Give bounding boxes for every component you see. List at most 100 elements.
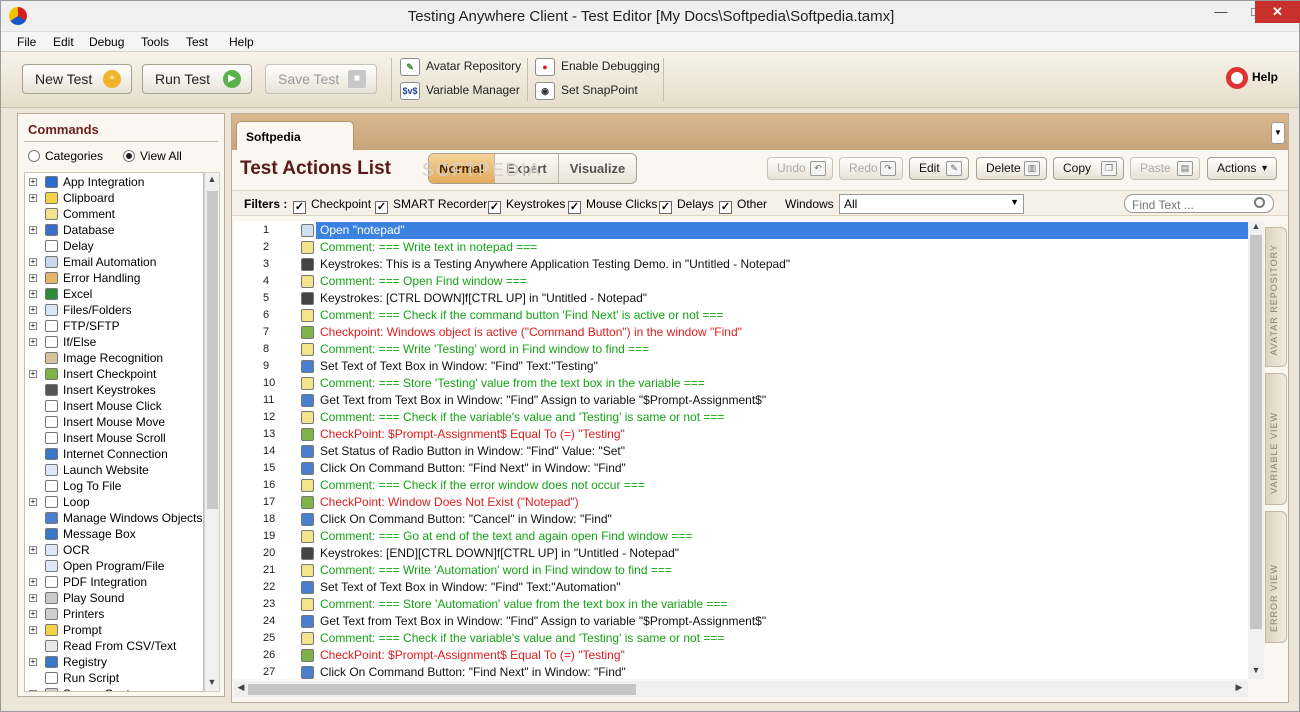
table-row[interactable]: 17 CheckPoint: Window Does Not Exist ("No… xyxy=(234,494,1248,511)
edit-button[interactable]: Edit ✎ xyxy=(909,157,969,180)
set-snappoint-button[interactable]: ◉ Set SnapPoint xyxy=(535,82,638,100)
expand-icon[interactable]: + xyxy=(29,370,37,378)
table-row[interactable]: 13 CheckPoint: $Prompt-Assignment$ Equal … xyxy=(234,426,1248,443)
side-tab-variable-view[interactable]: VARIABLE VIEW xyxy=(1265,373,1287,505)
test-actions-grid[interactable]: 1 Open "notepad" 2 Comment: === Write text … xyxy=(234,221,1248,679)
minimize-button[interactable]: — xyxy=(1204,1,1238,23)
table-row[interactable]: 26 CheckPoint: $Prompt-Assignment$ Equal … xyxy=(234,647,1248,664)
table-row[interactable]: 3 Keystrokes: This is a Testing Anywhere … xyxy=(234,256,1248,273)
expand-icon[interactable]: + xyxy=(29,338,37,346)
expand-icon[interactable]: + xyxy=(29,322,37,330)
expand-icon[interactable]: + xyxy=(29,578,37,586)
close-button[interactable]: ✕ xyxy=(1255,1,1300,23)
avatar-repository-button[interactable]: ✎ Avatar Repository xyxy=(400,58,521,76)
table-row[interactable]: 20 Keystrokes: [END][CTRL DOWN]f[CTRL UP]… xyxy=(234,545,1248,562)
table-row[interactable]: 12 Comment: === Check if the variable's v… xyxy=(234,409,1248,426)
tab-dropdown-icon[interactable]: ▼ xyxy=(1271,122,1285,144)
radio-categories[interactable]: Categories xyxy=(28,149,103,163)
menu-test[interactable]: Test xyxy=(186,35,208,49)
undo-button[interactable]: Undo ↶ xyxy=(767,157,833,180)
radio-view-all[interactable]: View All xyxy=(123,149,182,163)
table-row[interactable]: 27 Click On Command Button: "Find Next" i… xyxy=(234,664,1248,679)
table-row[interactable]: 25 Comment: === Check if the variable's v… xyxy=(234,630,1248,647)
commands-tree[interactable]: + App Integration + Clipboard Comment + Databa… xyxy=(24,172,204,692)
scroll-right-icon[interactable]: ▶ xyxy=(1232,682,1246,693)
menu-tools[interactable]: Tools xyxy=(141,35,169,49)
copy-button[interactable]: Copy ❐ xyxy=(1053,157,1124,180)
table-row[interactable]: 11 Get Text from Text Box in Window: "Fin… xyxy=(234,392,1248,409)
actions-dropdown[interactable]: Actions ▼ xyxy=(1207,157,1277,180)
scroll-down-icon[interactable]: ▼ xyxy=(205,677,219,687)
table-row[interactable]: 9 Set Text of Text Box in Window: "Find" … xyxy=(234,358,1248,375)
menu-help[interactable]: Help xyxy=(229,35,254,49)
table-row[interactable]: 2 Comment: === Write text in notepad === xyxy=(234,239,1248,256)
help-button[interactable]: Help xyxy=(1226,67,1278,89)
filter-delays[interactable]: ✓ Delays xyxy=(659,197,714,214)
table-row[interactable]: 8 Comment: === Write 'Testing' word in Fi… xyxy=(234,341,1248,358)
delete-button[interactable]: Delete ▥ xyxy=(976,157,1047,180)
expand-icon[interactable]: + xyxy=(29,178,37,186)
menu-edit[interactable]: Edit xyxy=(53,35,74,49)
table-row[interactable]: 6 Comment: === Check if the command butto… xyxy=(234,307,1248,324)
filter-checkpoint[interactable]: ✓ Checkpoint xyxy=(293,197,371,214)
enable-debugging-button[interactable]: ● Enable Debugging xyxy=(535,58,660,76)
copy-label: Copy xyxy=(1063,161,1092,175)
variable-manager-button[interactable]: $v$ Variable Manager xyxy=(400,82,520,100)
filter-keystrokes[interactable]: ✓ Keystrokes xyxy=(488,197,565,214)
redo-button[interactable]: Redo ↷ xyxy=(839,157,903,180)
expand-icon[interactable]: + xyxy=(29,498,37,506)
windows-select[interactable]: All ▼ xyxy=(839,194,1024,214)
side-tab-error-view[interactable]: ERROR VIEW xyxy=(1265,511,1287,643)
expand-icon[interactable]: + xyxy=(29,546,37,554)
tab-softpedia[interactable]: Softpedia xyxy=(236,121,354,150)
expand-icon[interactable]: + xyxy=(29,690,37,691)
table-row[interactable]: 19 Comment: === Go at end of the text and… xyxy=(234,528,1248,545)
table-row[interactable]: 10 Comment: === Store 'Testing' value fro… xyxy=(234,375,1248,392)
expand-icon[interactable]: + xyxy=(29,594,37,602)
scrollbar-thumb[interactable] xyxy=(1250,235,1262,629)
table-row[interactable]: 7 Checkpoint: Windows object is active ("… xyxy=(234,324,1248,341)
expand-icon[interactable]: + xyxy=(29,258,37,266)
table-row[interactable]: 1 Open "notepad" xyxy=(234,222,1248,239)
view-visualize-tab[interactable]: Visualize xyxy=(558,154,636,183)
table-row[interactable]: 23 Comment: === Store 'Automation' value … xyxy=(234,596,1248,613)
filter-other[interactable]: ✓ Other xyxy=(719,197,767,214)
expand-icon[interactable]: + xyxy=(29,626,37,634)
expand-icon[interactable]: + xyxy=(29,658,37,666)
table-row[interactable]: 18 Click On Command Button: "Cancel" in W… xyxy=(234,511,1248,528)
search-icon[interactable] xyxy=(1254,197,1265,208)
side-tab-avatar-repository[interactable]: AVATAR REPOSITORY xyxy=(1265,227,1287,367)
table-row[interactable]: 24 Get Text from Text Box in Window: "Fin… xyxy=(234,613,1248,630)
expand-icon[interactable]: + xyxy=(29,610,37,618)
table-row[interactable]: 5 Keystrokes: [CTRL DOWN]f[CTRL UP] in "U… xyxy=(234,290,1248,307)
expand-icon[interactable]: + xyxy=(29,194,37,202)
filter-mouse-clicks[interactable]: ✓ Mouse Clicks xyxy=(568,197,657,214)
scroll-up-icon[interactable]: ▲ xyxy=(1249,221,1263,231)
scroll-down-icon[interactable]: ▼ xyxy=(1249,665,1263,675)
grid-horizontal-scrollbar[interactable]: ◀ ▶ xyxy=(234,681,1248,697)
table-row[interactable]: 15 Click On Command Button: "Find Next" i… xyxy=(234,460,1248,477)
scrollbar-thumb[interactable] xyxy=(207,191,218,509)
table-row[interactable]: 16 Comment: === Check if the error window… xyxy=(234,477,1248,494)
find-text-input[interactable] xyxy=(1124,194,1274,213)
menu-file[interactable]: File xyxy=(17,35,36,49)
table-row[interactable]: 14 Set Status of Radio Button in Window: … xyxy=(234,443,1248,460)
commands-scrollbar[interactable]: ▲ ▼ xyxy=(204,172,220,692)
menu-debug[interactable]: Debug xyxy=(89,35,124,49)
expand-icon[interactable]: + xyxy=(29,274,37,282)
new-test-button[interactable]: New Test + xyxy=(22,64,132,94)
grid-vertical-scrollbar[interactable]: ▲ ▼ xyxy=(1248,221,1264,679)
filter-smart-recorder[interactable]: ✓ SMART Recorder xyxy=(375,197,487,214)
scroll-up-icon[interactable]: ▲ xyxy=(205,174,219,184)
scroll-left-icon[interactable]: ◀ xyxy=(234,682,248,693)
run-test-button[interactable]: Run Test ▶ xyxy=(142,64,252,94)
expand-icon[interactable]: + xyxy=(29,226,37,234)
paste-button[interactable]: Paste ▤ xyxy=(1130,157,1200,180)
scrollbar-thumb[interactable] xyxy=(248,684,636,695)
table-row[interactable]: 22 Set Text of Text Box in Window: "Find"… xyxy=(234,579,1248,596)
expand-icon[interactable]: + xyxy=(29,306,37,314)
save-test-button[interactable]: Save Test ■ xyxy=(265,64,377,94)
table-row[interactable]: 21 Comment: === Write 'Automation' word i… xyxy=(234,562,1248,579)
expand-icon[interactable]: + xyxy=(29,290,37,298)
table-row[interactable]: 4 Comment: === Open Find window === xyxy=(234,273,1248,290)
